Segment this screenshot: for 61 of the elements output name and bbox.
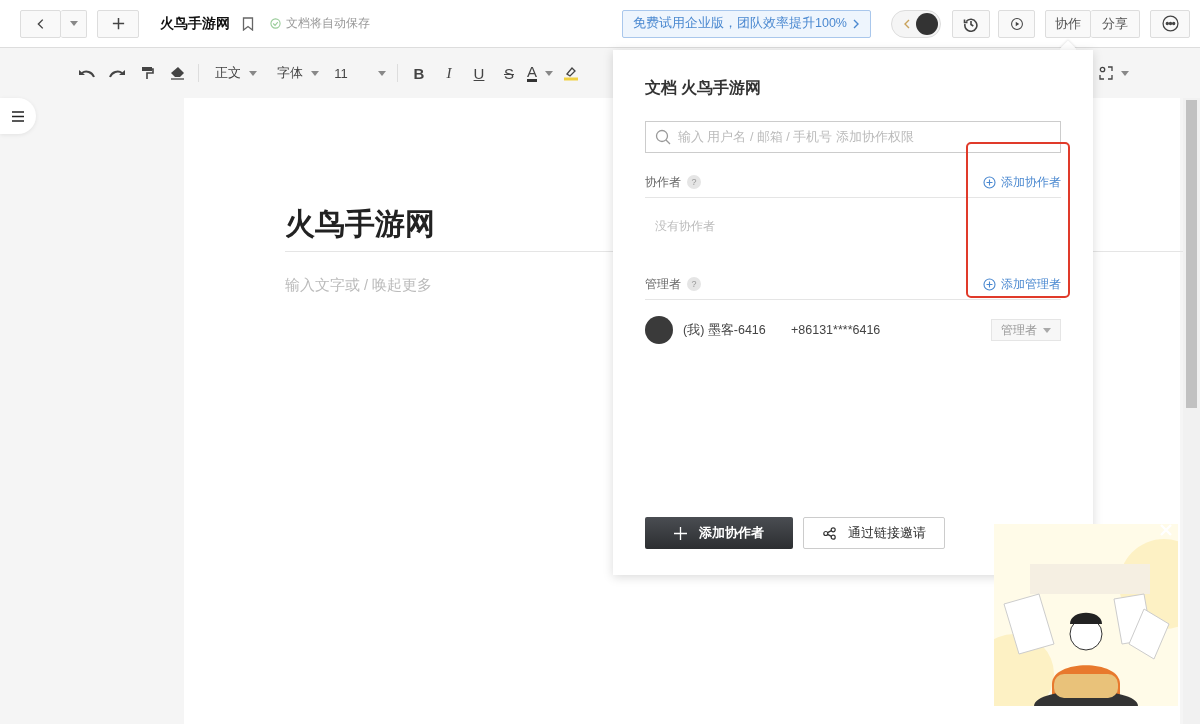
- more-icon: [1161, 15, 1179, 32]
- share-icon: [822, 526, 836, 540]
- document-title[interactable]: 火鸟手游网: [285, 204, 435, 245]
- caret-icon: [69, 21, 78, 26]
- history-dropdown[interactable]: [61, 9, 87, 38]
- paragraph-style-dropdown[interactable]: 正文: [205, 59, 267, 87]
- caret-icon: [545, 70, 553, 76]
- bold-button[interactable]: B: [404, 59, 434, 87]
- avatar: [916, 12, 938, 35]
- promo-banner[interactable]: 免费试用企业版，团队效率提升100%: [622, 9, 871, 38]
- highlighter-icon: [564, 65, 578, 81]
- document-name: 火鸟手游网: [160, 14, 230, 33]
- save-status: 文档将自动保存: [286, 15, 370, 32]
- invite-link-button[interactable]: 通过链接邀请: [803, 517, 945, 549]
- redo-icon: [108, 67, 126, 79]
- caret-icon: [311, 70, 319, 76]
- paint-roller-icon: [140, 66, 154, 80]
- layout-icon: [1099, 66, 1113, 80]
- caret-icon: [249, 70, 257, 76]
- more-button[interactable]: [1150, 9, 1190, 38]
- chevron-left-icon: [904, 18, 910, 29]
- panel-title: 文档 火鸟手游网: [645, 78, 762, 98]
- caret-icon: [377, 70, 386, 76]
- avatar: [645, 316, 673, 344]
- member-phone: +86131****6416: [791, 323, 881, 337]
- search-icon: [655, 129, 671, 145]
- play-icon: [1009, 16, 1024, 31]
- section-label: 管理者: [645, 275, 681, 293]
- collaborate-button[interactable]: 协作: [1045, 9, 1091, 38]
- outline-menu-button[interactable]: [0, 98, 36, 134]
- section-label: 协作者: [645, 173, 681, 191]
- member-name: (我) 墨客-6416: [683, 321, 767, 339]
- scrollbar[interactable]: [1183, 98, 1200, 724]
- empty-message: 没有协作者: [654, 218, 715, 235]
- font-dropdown[interactable]: 字体: [267, 59, 329, 87]
- undo-icon: [78, 67, 96, 79]
- plus-icon: [674, 526, 687, 540]
- bookmark-icon[interactable]: [242, 16, 254, 31]
- add-collaborator-button[interactable]: 添加协作者: [645, 517, 793, 549]
- menu-icon: [12, 110, 24, 122]
- caret-icon: [1043, 327, 1051, 333]
- add-link[interactable]: 添加管理者: [983, 275, 1061, 293]
- share-button[interactable]: 分享: [1091, 9, 1140, 38]
- collaborators-avatar-button[interactable]: [891, 9, 941, 38]
- check-circle-icon: [270, 18, 281, 29]
- add-link[interactable]: 添加协作者: [983, 173, 1061, 191]
- chevron-right-icon: [853, 18, 860, 29]
- italic-button[interactable]: I: [434, 59, 464, 87]
- eraser-icon: [169, 66, 185, 80]
- plus-circle-icon: [983, 175, 996, 189]
- history-button[interactable]: [952, 9, 990, 38]
- font-size-dropdown[interactable]: 11: [329, 59, 391, 87]
- close-icon: [1158, 522, 1174, 538]
- search-field[interactable]: 输入 用户名 / 邮箱 / 手机号 添加协作权限: [645, 121, 1061, 153]
- color-button[interactable]: A: [524, 59, 556, 87]
- underline-button[interactable]: U: [464, 59, 494, 87]
- caret-icon: [1121, 70, 1129, 76]
- strike-button[interactable]: S: [494, 59, 524, 87]
- plus-icon: [110, 16, 126, 31]
- present-button[interactable]: [998, 9, 1035, 38]
- plus-circle-icon: [983, 277, 996, 291]
